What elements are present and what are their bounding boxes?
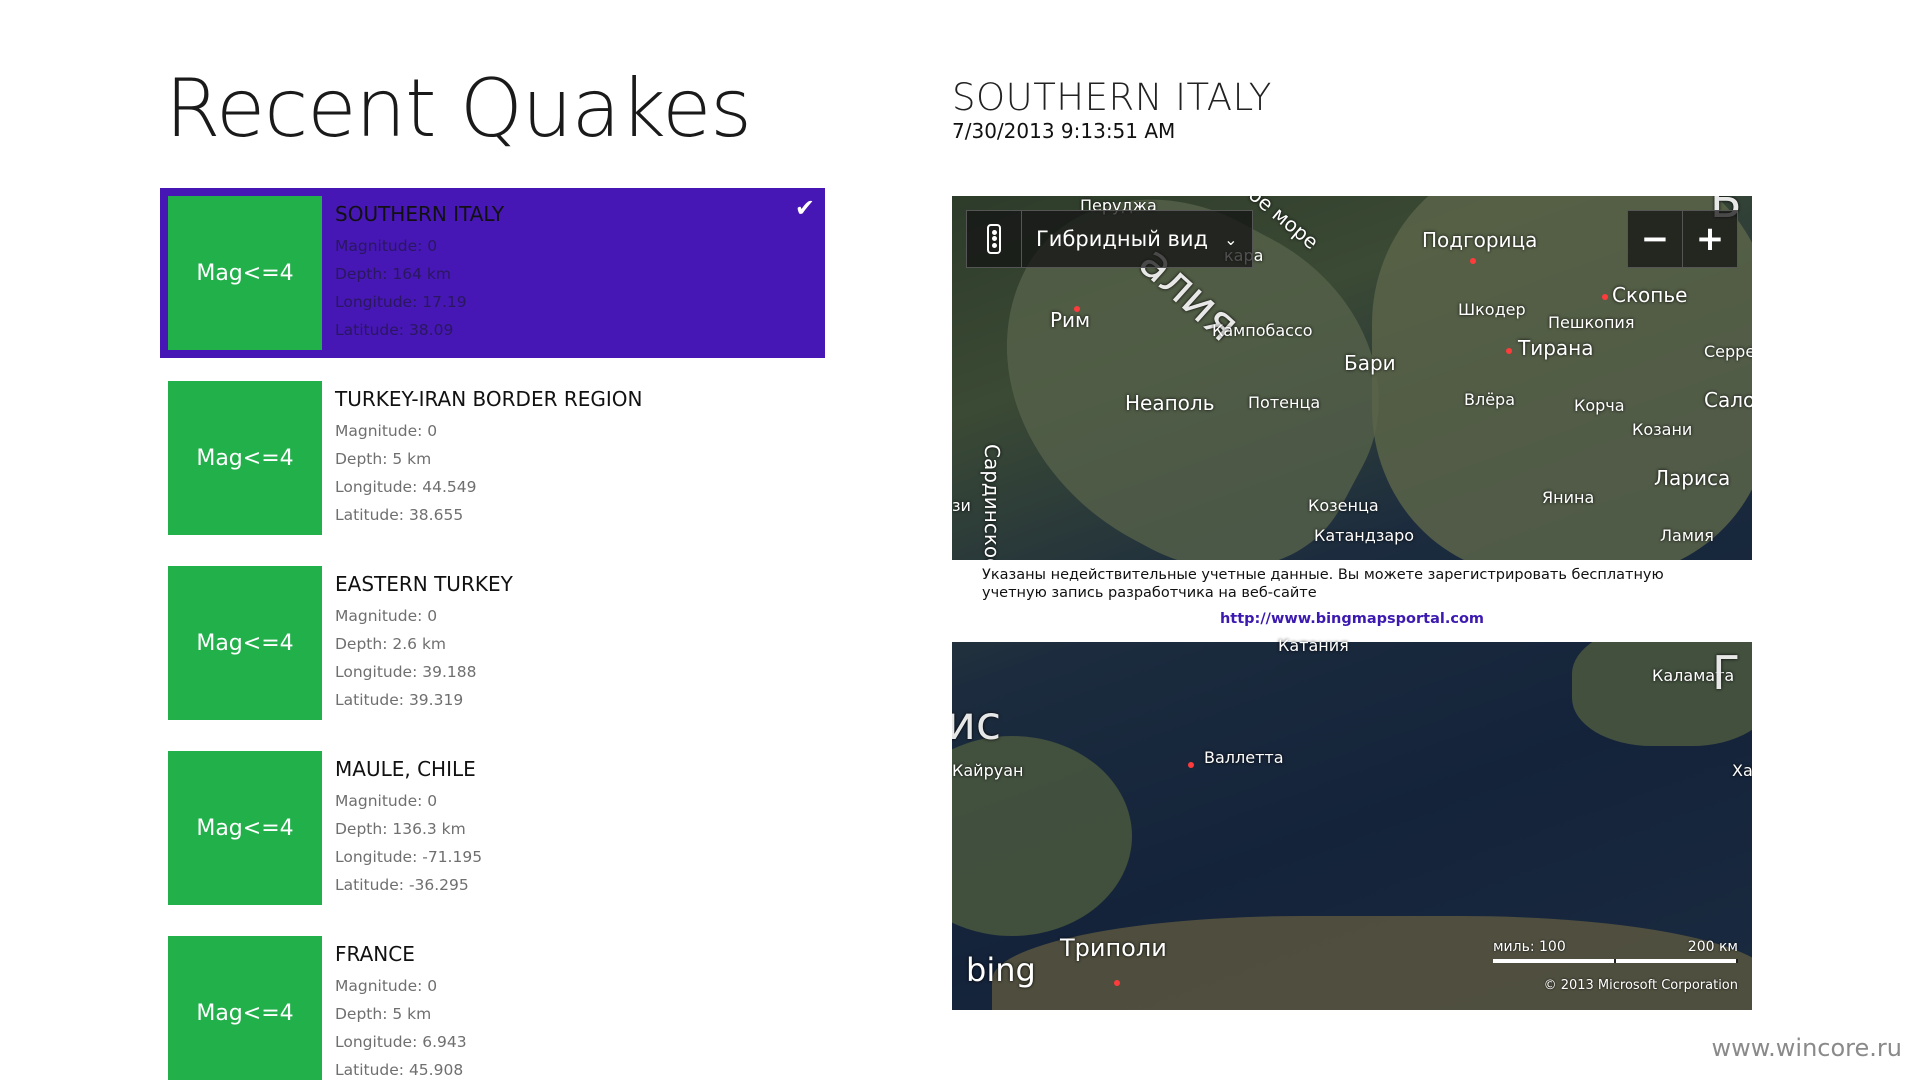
quake-latitude: Latitude: 38.655 [335,506,464,524]
map-label: Подгорица [1422,228,1538,252]
quake-depth: Depth: 136.3 km [335,820,466,838]
quake-latitude: Latitude: 38.09 [335,321,454,339]
quake-name: TURKEY-IRAN BORDER REGION [335,387,643,411]
quake-magnitude: Magnitude: 0 [335,422,438,440]
map-label: Рим [1050,308,1091,332]
traffic-icon[interactable] [967,211,1022,267]
chevron-down-icon: ⌄ [1224,229,1238,249]
map-label: Скопье [1612,283,1688,307]
map-label: Г [1712,646,1741,700]
city-marker [1602,294,1608,300]
map-label: Триполи [1060,934,1167,962]
map-label: Сало [1704,388,1752,412]
map-label: Катания [1278,636,1349,655]
city-marker [1470,258,1476,264]
map-label: Неаполь [1125,391,1215,415]
map-label: ис [952,696,1002,750]
quake-list-item[interactable]: Mag<=4 MAULE, CHILE Magnitude: 0 Depth: … [160,743,825,913]
quake-latitude: Latitude: -36.295 [335,876,469,894]
quake-name: SOUTHERN ITALY [335,202,505,226]
map-label: Шкодер [1458,300,1526,319]
magnitude-tile: Mag<=4 [168,751,322,905]
map-label: Кайруан [952,761,1024,780]
quake-info: EASTERN TURKEY Magnitude: 0 Depth: 2.6 k… [335,572,513,714]
quake-magnitude: Magnitude: 0 [335,237,438,255]
quake-magnitude: Magnitude: 0 [335,792,438,810]
map-label: Ха [1732,761,1752,780]
watermark: www.wincore.ru [1711,1034,1902,1062]
city-marker [1114,980,1120,986]
quake-name: EASTERN TURKEY [335,572,513,596]
map-label: Козенца [1308,496,1379,515]
map-label: Влёра [1464,390,1516,409]
magnitude-tile: Mag<=4 [168,381,322,535]
city-marker [1188,762,1194,768]
map-label: зи [952,496,971,515]
detail-title: SOUTHERN ITALY [952,76,1272,119]
zoom-controls: − + [1627,210,1738,268]
quake-list: Mag<=4 SOUTHERN ITALY Magnitude: 0 Depth… [160,188,825,1080]
quake-latitude: Latitude: 45.908 [335,1061,464,1079]
quake-info: FRANCE Magnitude: 0 Depth: 5 km Longitud… [335,942,467,1080]
quake-info: TURKEY-IRAN BORDER REGION Magnitude: 0 D… [335,387,642,529]
map-scale: миль: 100 200 км [1493,939,1738,963]
quake-magnitude: Magnitude: 0 [335,607,438,625]
map-label: Ламия [1660,526,1714,545]
map-view-select[interactable]: Гибридный вид ⌄ [1022,211,1252,267]
quake-latitude: Latitude: 39.319 [335,691,464,709]
credentials-link[interactable]: http://www.bingmapsportal.com [982,610,1722,628]
map-toolbar: Гибридный вид ⌄ [966,210,1253,268]
quake-info: MAULE, CHILE Magnitude: 0 Depth: 136.3 k… [335,757,482,899]
quake-depth: Depth: 164 km [335,265,451,283]
quake-depth: Depth: 5 km [335,1005,432,1023]
page-title: Recent Quakes [165,62,752,155]
map-label: Серре [1704,342,1752,361]
zoom-out-button[interactable]: − [1628,211,1683,267]
quake-longitude: Longitude: -71.195 [335,848,483,866]
magnitude-tile: Mag<=4 [168,936,322,1080]
map-label: Потенца [1248,393,1321,412]
city-marker [1506,348,1512,354]
credentials-text: Указаны недействительные учетные данные.… [982,567,1664,601]
bing-logo: bing [966,951,1036,989]
map-label: Янина [1542,488,1595,507]
quake-longitude: Longitude: 17.19 [335,293,467,311]
quake-longitude: Longitude: 44.549 [335,478,477,496]
detail-timestamp: 7/30/2013 9:13:51 AM [952,119,1176,143]
quake-longitude: Longitude: 39.188 [335,663,477,681]
zoom-in-button[interactable]: + [1683,211,1737,267]
map-label: Тирана [1518,336,1594,360]
map-label: Бари [1344,351,1396,375]
map-land [992,916,1752,1010]
quake-list-item[interactable]: Mag<=4 EASTERN TURKEY Magnitude: 0 Depth… [160,558,825,728]
map-label: Лариса [1654,466,1731,490]
quake-list-item[interactable]: Mag<=4 FRANCE Magnitude: 0 Depth: 5 km L… [160,928,825,1080]
scale-miles: миль: 100 [1493,939,1566,955]
map-label: Сардинское [980,444,1004,571]
quake-name: FRANCE [335,942,415,966]
quake-info: SOUTHERN ITALY Magnitude: 0 Depth: 164 k… [335,202,504,344]
map-label: Пешкопия [1548,313,1635,332]
quake-name: MAULE, CHILE [335,757,476,781]
quake-longitude: Longitude: 6.943 [335,1033,467,1051]
map-label: Валлетта [1204,748,1284,767]
quake-depth: Depth: 2.6 km [335,635,447,653]
magnitude-tile: Mag<=4 [168,566,322,720]
quake-list-item[interactable]: Mag<=4 TURKEY-IRAN BORDER REGION Magnitu… [160,373,825,543]
quake-depth: Depth: 5 km [335,450,432,468]
quake-magnitude: Magnitude: 0 [335,977,438,995]
map-label: Корча [1574,396,1625,415]
credentials-notice: Указаны недействительные учетные данные.… [952,560,1752,642]
checkmark-icon: ✔ [794,194,815,222]
city-marker [1074,306,1080,312]
map-label: Козани [1632,420,1693,439]
map-copyright: © 2013 Microsoft Corporation [1543,978,1738,993]
map-label: Катандзаро [1314,526,1415,545]
scale-km: 200 км [1687,939,1738,955]
map-view[interactable]: Перуджа ое море кара алия Рим Неаполь Ка… [952,196,1752,1010]
map-label: Кампобассо [1212,321,1313,340]
map-view-label: Гибридный вид [1036,227,1209,251]
quake-list-item[interactable]: Mag<=4 SOUTHERN ITALY Magnitude: 0 Depth… [160,188,825,358]
magnitude-tile: Mag<=4 [168,196,322,350]
